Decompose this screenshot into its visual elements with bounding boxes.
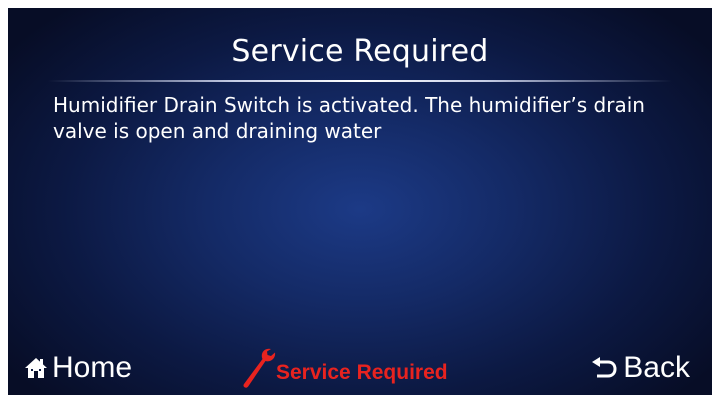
- service-message: Humidifier Drain Switch is activated. Th…: [53, 93, 645, 143]
- device-bezel: Service Required Humidifier Drain Switch…: [0, 0, 720, 403]
- wrench-icon: [243, 348, 276, 388]
- service-required-button[interactable]: Service Required: [240, 346, 448, 390]
- home-button[interactable]: Home: [24, 348, 132, 388]
- title-divider: [48, 80, 672, 82]
- back-label: Back: [623, 351, 690, 384]
- home-label: Home: [52, 351, 133, 384]
- back-button[interactable]: Back: [591, 348, 690, 388]
- back-arrow-icon: [592, 357, 617, 378]
- display-screen: Service Required Humidifier Drain Switch…: [8, 8, 712, 395]
- home-icon: [25, 358, 47, 378]
- service-required-label: Service Required: [276, 361, 448, 384]
- page-title: Service Required: [231, 34, 489, 69]
